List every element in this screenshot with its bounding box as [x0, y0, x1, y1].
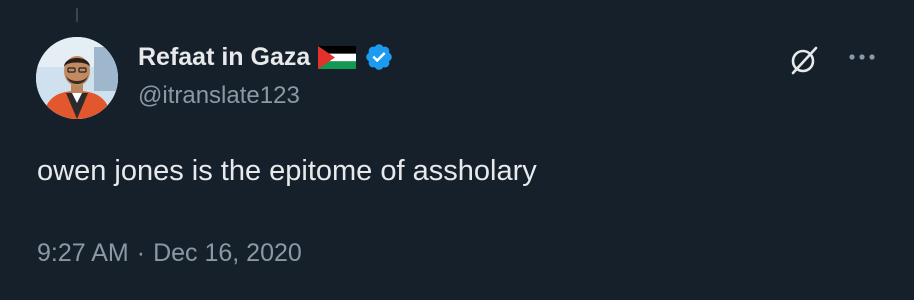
tweet-text: owen jones is the epitome of assholary [37, 155, 537, 187]
verified-badge-icon [364, 42, 394, 72]
avatar[interactable] [36, 37, 118, 119]
tweet-date: Dec 16, 2020 [153, 239, 302, 267]
avatar-image [36, 37, 118, 119]
grok-icon[interactable] [784, 40, 824, 80]
author-display-name[interactable]: Refaat in Gaza [138, 43, 310, 72]
more-options-icon[interactable] [845, 45, 879, 69]
thread-connector-line [76, 8, 78, 22]
author-name-row: Refaat in Gaza [138, 39, 394, 75]
tweet-time: 9:27 AM [37, 239, 129, 267]
palestine-flag-icon [318, 45, 357, 69]
tweet-timestamp[interactable]: 9:27 AM · Dec 16, 2020 [37, 239, 302, 268]
author-handle[interactable]: @itranslate123 [138, 82, 300, 110]
meta-separator: · [136, 239, 146, 267]
